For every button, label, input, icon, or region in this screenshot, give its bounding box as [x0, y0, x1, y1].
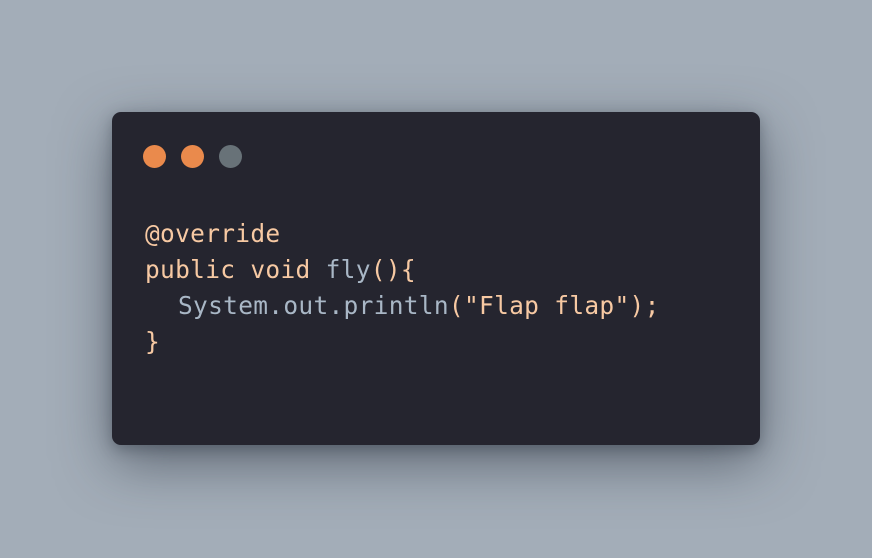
maximize-dot-icon[interactable]	[219, 145, 242, 168]
annotation-token: @override	[145, 219, 281, 248]
closing-brace-token: }	[145, 327, 161, 356]
method-call-token: System.out.println	[178, 291, 449, 320]
code-line-2: public void fly(){	[145, 252, 660, 288]
code-line-3: System.out.println("Flap flap");	[145, 288, 660, 324]
code-line-4: }	[145, 324, 660, 360]
method-name-token: fly	[325, 255, 371, 284]
keyword-token: public void	[145, 255, 326, 284]
string-token: "Flap flap"	[463, 291, 630, 320]
code-block: @override public void fly(){System.out.pr…	[145, 216, 660, 360]
close-dot-icon[interactable]	[143, 145, 166, 168]
code-line-1: @override	[145, 216, 660, 252]
code-window: @override public void fly(){System.out.pr…	[112, 112, 760, 445]
minimize-dot-icon[interactable]	[181, 145, 204, 168]
close-paren-token: );	[629, 291, 660, 320]
punctuation-token: (){	[370, 255, 416, 284]
open-paren-token: (	[448, 291, 464, 320]
window-controls	[143, 145, 242, 168]
